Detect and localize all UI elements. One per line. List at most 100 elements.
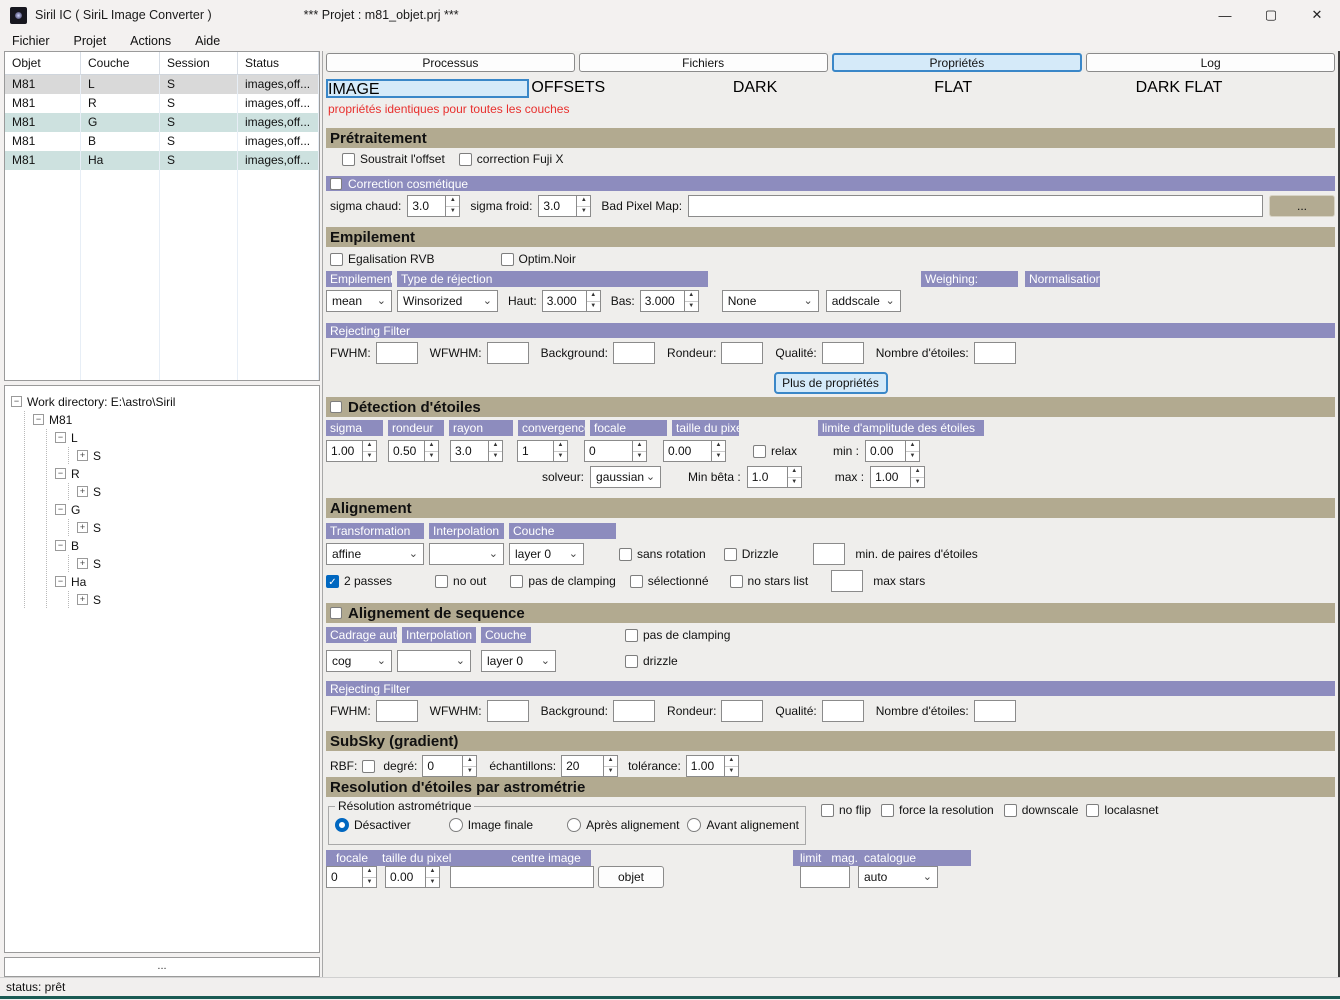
sans-rotation-checkbox[interactable]: sans rotation	[619, 547, 706, 561]
spin-down-icon[interactable]	[363, 878, 376, 888]
max-stars-input[interactable]	[831, 570, 864, 592]
table-cell[interactable]: S	[160, 132, 238, 151]
spin-down-icon[interactable]	[911, 478, 924, 488]
correction-cosmetique-checkbox[interactable]	[330, 177, 342, 190]
tab-darkflat[interactable]: DARK FLAT	[1136, 79, 1335, 98]
haut-input[interactable]	[541, 290, 586, 312]
spin-up-icon[interactable]	[554, 441, 567, 452]
echantillons-input[interactable]	[561, 755, 604, 777]
stack-method-select[interactable]: mean	[326, 290, 392, 312]
browse-button[interactable]: ...	[1269, 195, 1335, 217]
rondeur-spin-input[interactable]	[388, 440, 424, 462]
collapse-icon[interactable]	[55, 576, 66, 587]
nb-etoiles-input-2[interactable]	[973, 700, 1016, 722]
sigma-froid-input[interactable]	[538, 195, 577, 217]
column-header-objet[interactable]: Objet	[5, 52, 81, 75]
spin-down-icon[interactable]	[425, 452, 438, 462]
expand-icon[interactable]	[77, 594, 88, 605]
table-cell[interactable]: L	[81, 75, 160, 94]
align-couche-select[interactable]: layer 0	[509, 543, 584, 565]
spinner-arrows[interactable]	[905, 440, 921, 462]
spin-down-icon[interactable]	[712, 452, 725, 462]
rejection-type-select[interactable]: Winsorized	[397, 290, 498, 312]
table-cell[interactable]: S	[160, 75, 238, 94]
spin-down-icon[interactable]	[725, 767, 738, 777]
focale-input[interactable]	[584, 440, 632, 462]
table-row[interactable]: M81	[5, 113, 81, 132]
tab-image[interactable]: IMAGE	[326, 79, 530, 98]
tolerance-input[interactable]	[685, 755, 724, 777]
rondeur-input[interactable]	[721, 342, 764, 364]
tree-item-session[interactable]: S	[77, 447, 317, 464]
min-pairs-input[interactable]	[813, 543, 846, 565]
spin-up-icon[interactable]	[684, 291, 698, 302]
seq-pas-clamping-checkbox[interactable]: pas de clamping	[625, 628, 730, 642]
radio-apres-alignement[interactable]: Après alignement	[567, 818, 679, 832]
table-cell[interactable]: images,off...	[238, 94, 319, 113]
spin-up-icon[interactable]	[911, 467, 925, 478]
no-stars-list-checkbox[interactable]: no stars list	[729, 574, 808, 588]
spinner-arrows[interactable]	[424, 440, 439, 462]
spinner-arrows[interactable]	[603, 755, 619, 777]
expand-icon[interactable]	[77, 450, 88, 461]
tab-flat[interactable]: FLAT	[934, 79, 1133, 98]
table-cell[interactable]: Ha	[81, 151, 160, 170]
background-input[interactable]	[613, 342, 656, 364]
spinner-arrows[interactable]	[362, 866, 377, 888]
seq-drizzle-checkbox[interactable]: drizzle	[625, 654, 678, 668]
spin-down-icon[interactable]	[633, 452, 646, 462]
plus-proprietes-button[interactable]: Plus de propriétés	[773, 372, 888, 394]
minimize-button[interactable]: —	[1202, 0, 1248, 30]
spinner-arrows[interactable]	[488, 440, 503, 462]
fwhm-input-2[interactable]	[375, 700, 418, 722]
rayon-input[interactable]	[450, 440, 488, 462]
spinner-arrows[interactable]	[723, 755, 739, 777]
spinner-arrows[interactable]	[585, 290, 601, 312]
expand-icon[interactable]	[77, 558, 88, 569]
table-cell[interactable]: images,off...	[238, 75, 319, 94]
tree-item-root[interactable]: Work directory: E:\astro\Siril	[11, 393, 317, 410]
tab-proprietes[interactable]: Propriétés	[831, 53, 1083, 72]
table-row[interactable]: M81	[5, 132, 81, 151]
egalisation-rvb-checkbox[interactable]: Egalisation RVB	[330, 252, 435, 266]
optim-noir-checkbox[interactable]: Optim.Noir	[500, 252, 576, 266]
correction-fujix-checkbox[interactable]: correction Fuji X	[458, 152, 563, 166]
spin-up-icon[interactable]	[787, 467, 801, 478]
spinner-arrows[interactable]	[632, 440, 647, 462]
qualite-input[interactable]	[821, 342, 864, 364]
column-header-couche[interactable]: Couche	[81, 52, 160, 75]
expand-icon[interactable]	[77, 486, 88, 497]
collapse-icon[interactable]	[55, 540, 66, 551]
wfwhm-input-2[interactable]	[486, 700, 529, 722]
table-cell[interactable]: S	[160, 151, 238, 170]
spin-up-icon[interactable]	[463, 756, 477, 767]
taille-pixel-input[interactable]	[663, 440, 711, 462]
limit-mag-input[interactable]	[800, 866, 850, 888]
spin-up-icon[interactable]	[426, 867, 439, 878]
tree-item-session[interactable]: S	[77, 555, 317, 572]
spin-up-icon[interactable]	[446, 196, 460, 207]
astro-pixel-input[interactable]	[385, 866, 425, 888]
spinner-arrows[interactable]	[553, 440, 568, 462]
spin-down-icon[interactable]	[906, 452, 919, 462]
spin-up-icon[interactable]	[633, 441, 646, 452]
spin-up-icon[interactable]	[363, 867, 376, 878]
spinner-arrows[interactable]	[786, 466, 802, 488]
table-cell[interactable]: S	[160, 94, 238, 113]
spinner-arrows[interactable]	[711, 440, 726, 462]
spinner-arrows[interactable]	[445, 195, 461, 217]
catalogue-select[interactable]: auto	[858, 866, 938, 888]
spin-up-icon[interactable]	[425, 441, 438, 452]
tab-dark[interactable]: DARK	[733, 79, 932, 98]
spinner-arrows[interactable]	[462, 755, 478, 777]
collapse-icon[interactable]	[33, 414, 44, 425]
tree-item-channel[interactable]: G	[55, 501, 317, 518]
spin-up-icon[interactable]	[906, 441, 920, 452]
table-row[interactable]: M81	[5, 151, 81, 170]
two-passes-checkbox[interactable]: 2 passes	[326, 574, 392, 588]
cadrage-select[interactable]: cog	[326, 650, 392, 672]
no-out-checkbox[interactable]: no out	[435, 574, 486, 588]
qualite-input-2[interactable]	[821, 700, 864, 722]
selectionne-checkbox[interactable]: sélectionné	[629, 574, 709, 588]
collapse-icon[interactable]	[55, 504, 66, 515]
